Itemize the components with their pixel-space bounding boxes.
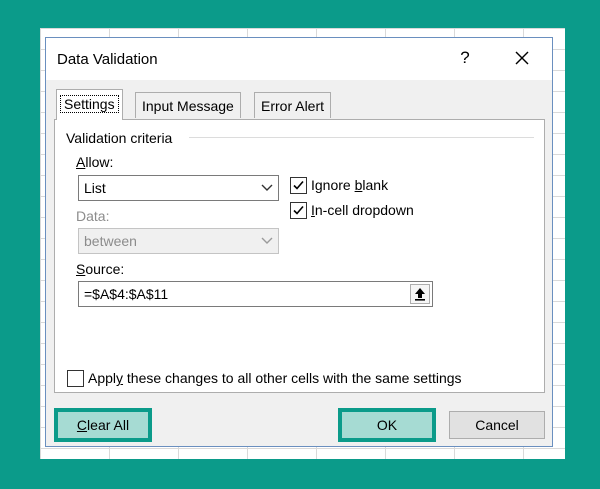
data-label: Data: <box>76 208 110 224</box>
checkbox-box <box>290 176 307 194</box>
clear-all-rest: lear All <box>87 417 130 433</box>
allow-label: Allow: <box>76 154 113 170</box>
tab-error-alert-label: Error Alert <box>261 98 325 114</box>
allow-value: List <box>84 180 106 196</box>
apply-label-rest: these changes to all other cells with th… <box>123 370 462 387</box>
checkmark-icon <box>293 205 304 215</box>
apply-to-all-checkbox[interactable]: Apply these changes to all other cells w… <box>67 369 462 387</box>
apply-to-all-label: Apply these changes to all other cells w… <box>88 370 462 386</box>
source-input[interactable]: =$A$4:$A$11 <box>78 281 433 307</box>
source-label-rest: ource: <box>85 261 125 277</box>
data-value: between <box>84 233 137 249</box>
checkbox-box <box>67 369 84 387</box>
allow-label-rest: llow: <box>85 154 114 170</box>
tab-error-alert[interactable]: Error Alert <box>254 92 332 118</box>
in-cell-dropdown-label-rest: n-cell dropdown <box>314 202 414 219</box>
checkbox-box <box>290 201 307 219</box>
ignore-blank-checkbox[interactable]: Ignore blank <box>290 176 388 194</box>
close-button[interactable] <box>510 45 534 71</box>
source-value: =$A$4:$A$11 <box>84 286 169 302</box>
allow-label-accel: A <box>76 154 86 170</box>
cancel-button[interactable]: Cancel <box>449 411 545 439</box>
chevron-down-icon <box>256 229 278 253</box>
help-button[interactable]: ? <box>457 48 473 68</box>
settings-panel <box>54 119 545 393</box>
chevron-down-icon <box>256 176 278 200</box>
source-label: Source: <box>76 261 124 277</box>
clear-all-accel: C <box>76 417 88 433</box>
ignore-blank-label: Ignore blank <box>311 177 388 193</box>
collapse-arrow-icon <box>415 288 425 301</box>
title-bar: Data Validation ? <box>46 38 552 80</box>
collapse-dialog-button[interactable] <box>410 284 430 304</box>
clear-all-button[interactable]: Clear All <box>54 408 152 442</box>
tab-input-message-label: Input Message <box>142 98 234 114</box>
validation-criteria-label: Validation criteria <box>66 130 173 146</box>
source-label-accel: S <box>76 261 86 277</box>
in-cell-dropdown-label: In-cell dropdown <box>311 202 414 218</box>
apply-label-accel: y <box>116 370 124 387</box>
tab-input-message[interactable]: Input Message <box>135 92 241 118</box>
ok-button[interactable]: OK <box>338 408 436 442</box>
checkmark-icon <box>293 180 304 190</box>
dialog-title: Data Validation <box>57 51 158 68</box>
apply-label-pre: Appl <box>88 370 117 387</box>
ignore-blank-label-rest: lank <box>362 177 389 194</box>
tab-settings[interactable]: Settings <box>56 89 123 120</box>
close-icon <box>515 51 529 65</box>
in-cell-dropdown-checkbox[interactable]: In-cell dropdown <box>290 201 414 219</box>
ignore-blank-label-pre: Ignore <box>311 177 355 194</box>
group-divider <box>189 137 534 138</box>
data-validation-dialog: Data Validation ? Settings Input Message… <box>45 37 553 447</box>
allow-dropdown[interactable]: List <box>78 175 279 201</box>
data-dropdown: between <box>78 228 279 254</box>
tab-settings-label: Settings <box>60 95 119 113</box>
